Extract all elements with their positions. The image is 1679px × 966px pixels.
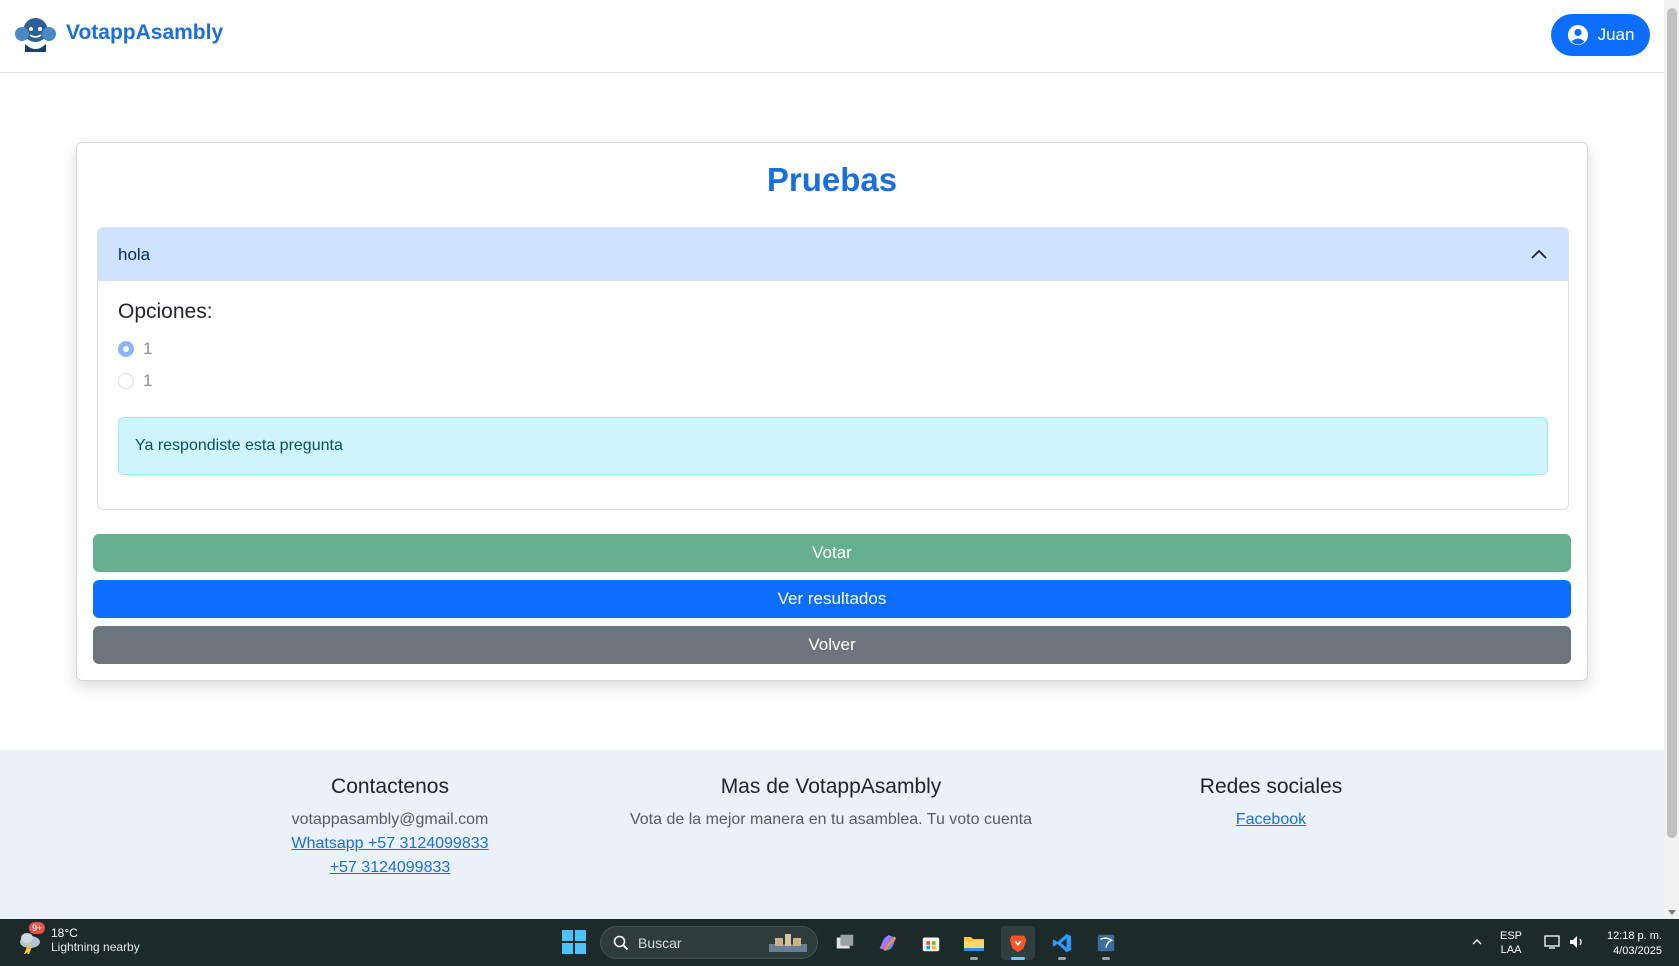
search-placeholder: Buscar (638, 934, 682, 951)
whatsapp-link[interactable]: Whatsapp +57 3124099833 (250, 832, 530, 856)
navbar: VotappAsambly Juan (0, 0, 1664, 73)
footer: Contactenos votappasambly@gmail.com What… (0, 750, 1664, 919)
user-name: Juan (1597, 25, 1635, 44)
phone-link[interactable]: +57 3124099833 (250, 856, 530, 880)
user-menu-button[interactable]: Juan (1551, 14, 1650, 56)
option-label: 1 (143, 339, 153, 358)
option-label: 1 (143, 371, 153, 390)
option-item[interactable]: 1 (118, 371, 152, 391)
back-button[interactable]: Volver (93, 626, 1571, 664)
footer-more-title: Mas de VotappAsambly (720, 775, 942, 798)
footer-contact: Contactenos votappasambly@gmail.com What… (250, 775, 530, 880)
page-title: Pruebas (766, 161, 898, 198)
lang-bottom: LAA (1500, 944, 1522, 956)
search-highlight-icon (769, 934, 807, 952)
taskbar-search[interactable]: Buscar (600, 926, 818, 959)
brand-link[interactable]: VotappAsambly (12, 14, 223, 52)
page-scrollbar[interactable] (1664, 0, 1679, 919)
brand-logo-icon (15, 18, 56, 52)
storm-cloud-icon: 9+ (17, 922, 46, 956)
info-alert: Ya respondiste esta pregunta (118, 417, 1548, 475)
accordion-header[interactable]: hola (98, 228, 1568, 281)
accordion-body: Opciones: 1 1 Ya respondiste esta pregun… (98, 281, 1568, 509)
chevron-up-tray-icon[interactable] (1471, 936, 1483, 948)
microsoft-store-icon[interactable] (914, 926, 948, 960)
weather-widget[interactable]: 9+ 18°C Lightning nearby (17, 922, 140, 956)
input-language[interactable]: ESP LAA (1500, 929, 1522, 957)
weather-temperature: 18°C (51, 926, 78, 940)
footer-tagline: Vota de la mejor manera en tu asamblea. … (629, 811, 1033, 828)
weather-badge: 9+ (29, 922, 46, 934)
windows-start-icon[interactable] (562, 930, 586, 954)
user-circle-icon (1567, 25, 1588, 45)
weather-description: Lightning nearby (51, 940, 140, 954)
footer-social: Redes sociales Facebook (1131, 775, 1411, 832)
clock-date: 4/03/2025 (1613, 945, 1662, 957)
volume-icon[interactable] (1568, 934, 1586, 950)
radio-unselected[interactable] (118, 373, 134, 389)
scroll-down-arrow-icon[interactable] (1668, 910, 1676, 915)
question-text: hola (118, 244, 151, 264)
brand-name: VotappAsambly (66, 21, 224, 44)
vote-button[interactable]: Votar (93, 534, 1571, 572)
voting-card: Pruebas hola Opciones: 1 1 Ya respondist… (76, 142, 1588, 681)
clock-time: 12:18 p. m. (1606, 930, 1662, 942)
brave-browser-icon[interactable] (1001, 926, 1035, 960)
lang-top: ESP (1500, 930, 1523, 942)
options-label: Opciones: (118, 300, 213, 323)
copilot-icon[interactable] (871, 926, 905, 960)
windows-taskbar: 9+ 18°C Lightning nearby Buscar ESP LAA … (0, 919, 1679, 966)
question-accordion: hola Opciones: 1 1 Ya respondiste esta p… (97, 227, 1569, 510)
task-view-icon[interactable] (828, 926, 862, 960)
vscode-icon[interactable] (1045, 926, 1079, 960)
system-clock[interactable]: 12:18 p. m. 4/03/2025 (1598, 929, 1662, 959)
chevron-up-icon (1531, 249, 1547, 259)
network-icon[interactable] (1544, 934, 1562, 950)
facebook-link[interactable]: Facebook (1131, 808, 1411, 832)
contact-email: votappasambly@gmail.com (291, 811, 489, 828)
scrollbar-thumb[interactable] (1667, 8, 1677, 838)
sql-workbench-icon[interactable] (1089, 926, 1123, 960)
file-explorer-icon[interactable] (957, 926, 991, 960)
search-icon (613, 935, 629, 950)
radio-selected[interactable] (118, 341, 134, 357)
view-results-button[interactable]: Ver resultados (93, 580, 1571, 618)
footer-contact-title: Contactenos (331, 775, 449, 798)
option-item[interactable]: 1 (118, 339, 152, 359)
footer-more: Mas de VotappAsambly Vota de la mejor ma… (581, 775, 1081, 832)
footer-social-title: Redes sociales (1199, 775, 1343, 798)
